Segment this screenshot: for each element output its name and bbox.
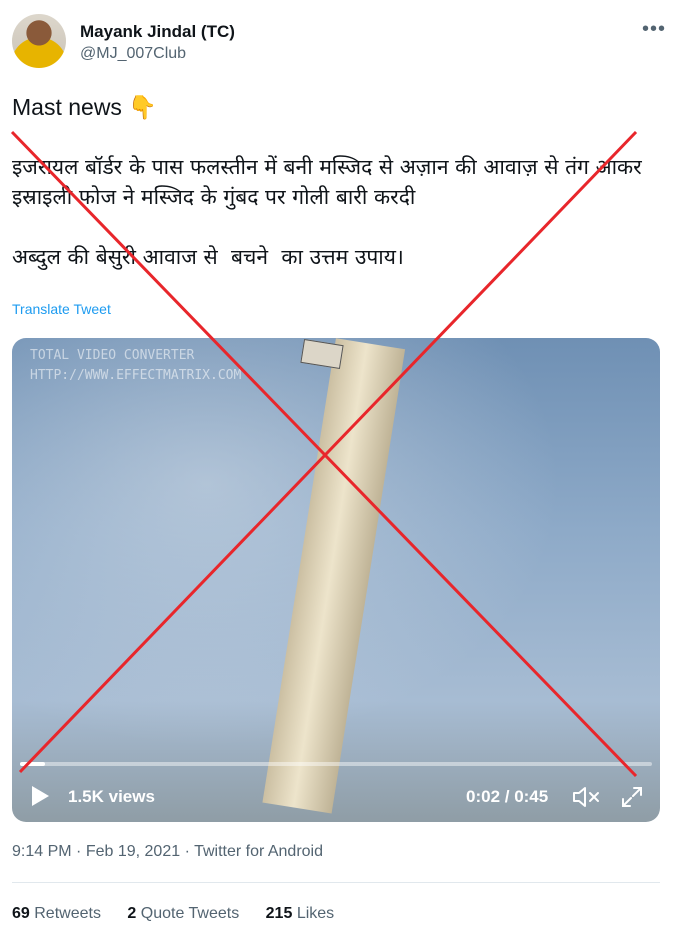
tweet-card: Mayank Jindal (TC) @MJ_007Club ••• Mast … xyxy=(0,0,678,944)
divider xyxy=(12,882,660,883)
tweet-text: Mast news 👇 इजरायल बॉर्डर के पास फलस्तीन… xyxy=(12,92,666,272)
tweet-meta: 9:14 PM · Feb 19, 2021 · Twitter for And… xyxy=(12,843,324,860)
tweet-header: Mayank Jindal (TC) @MJ_007Club ••• xyxy=(12,14,666,72)
tweet-date[interactable]: Feb 19, 2021 xyxy=(86,843,180,860)
likes-stat[interactable]: 215 Likes xyxy=(266,905,335,922)
video-progress-bar[interactable] xyxy=(20,762,652,766)
video-player[interactable]: TOTAL VIDEO CONVERTER HTTP://WWW.EFFECTM… xyxy=(12,338,660,822)
video-watermark: TOTAL VIDEO CONVERTER HTTP://WWW.EFFECTM… xyxy=(30,348,242,383)
more-icon[interactable]: ••• xyxy=(642,18,666,41)
tweet-line-3: अब्दुल की बेसुरी आवाज से बचने का उत्तम उ… xyxy=(12,245,404,269)
tweet-line-2: इजरायल बॉर्डर के पास फलस्तीन में बनी मस्… xyxy=(12,155,649,209)
quote-tweets-stat[interactable]: 2 Quote Tweets xyxy=(127,905,239,922)
translate-tweet-link[interactable]: Translate Tweet xyxy=(12,301,111,317)
author-handle[interactable]: @MJ_007Club xyxy=(80,45,186,63)
mute-icon[interactable] xyxy=(572,785,602,809)
fullscreen-icon[interactable] xyxy=(620,785,644,809)
tweet-stats: 69 Retweets 2 Quote Tweets 215 Likes xyxy=(12,905,356,923)
retweets-stat[interactable]: 69 Retweets xyxy=(12,905,101,922)
author-name[interactable]: Mayank Jindal (TC) xyxy=(80,22,235,42)
play-icon[interactable] xyxy=(32,786,49,806)
video-time: 0:02 / 0:45 xyxy=(466,787,549,806)
view-count: 1.5K views xyxy=(68,787,155,806)
tweet-source[interactable]: Twitter for Android xyxy=(194,843,323,860)
video-progress-fill xyxy=(20,762,46,766)
tweet-time[interactable]: 9:14 PM xyxy=(12,843,72,860)
avatar[interactable] xyxy=(12,14,66,68)
tweet-line-1: Mast news 👇 xyxy=(12,94,157,120)
